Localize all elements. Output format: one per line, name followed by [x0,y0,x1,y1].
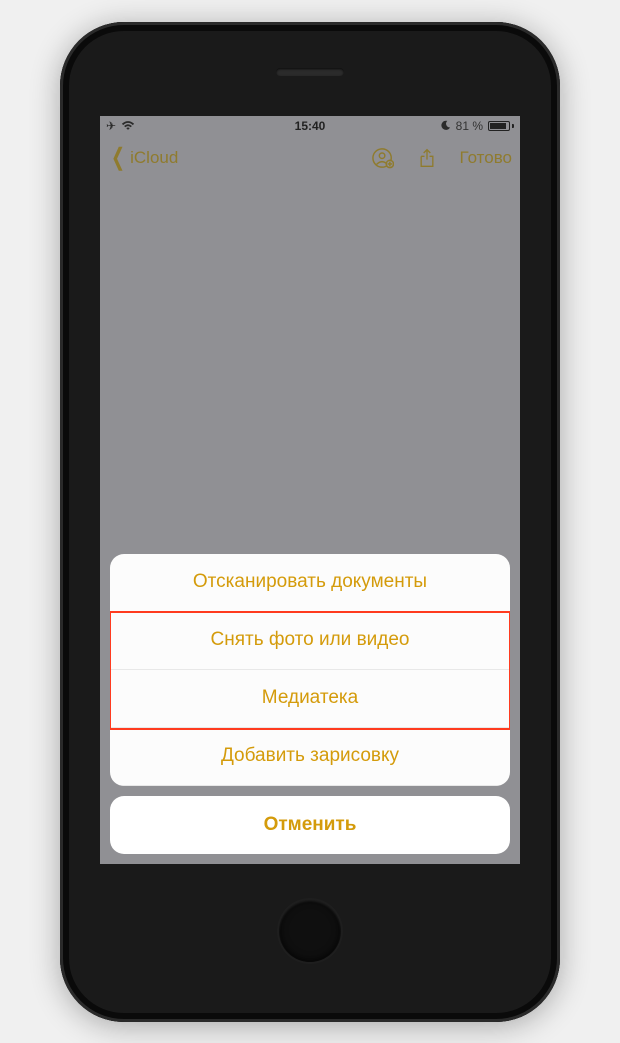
iphone-device-frame: ✈ 15:40 81 % ❮ iCloud [60,22,560,1022]
cancel-button[interactable]: Отменить [110,796,510,854]
add-sketch-option[interactable]: Добавить зарисовку [110,728,510,786]
back-label: iCloud [130,148,178,168]
share-icon[interactable] [416,147,438,169]
option-label: Добавить зарисовку [221,745,399,767]
action-sheet: Отсканировать документы Снять фото или в… [110,554,510,854]
cancel-label: Отменить [264,814,357,836]
take-photo-video-option[interactable]: Снять фото или видео [110,612,510,670]
add-person-icon[interactable] [372,147,394,169]
home-button[interactable] [279,900,341,962]
action-sheet-options: Отсканировать документы Снять фото или в… [110,554,510,786]
speaker-slot [276,68,344,76]
done-button[interactable]: Готово [460,148,513,168]
chevron-left-icon: ❮ [111,146,125,170]
status-time: 15:40 [100,119,520,133]
photo-library-option[interactable]: Медиатека [110,670,510,728]
navigation-bar: ❮ iCloud [100,136,520,180]
back-button[interactable]: ❮ iCloud [108,146,178,170]
status-bar: ✈ 15:40 81 % [100,116,520,136]
screen: ✈ 15:40 81 % ❮ iCloud [100,116,520,864]
option-label: Отсканировать документы [193,571,427,593]
option-label: Снять фото или видео [210,629,409,651]
option-label: Медиатека [262,687,358,709]
scan-documents-option[interactable]: Отсканировать документы [110,554,510,612]
